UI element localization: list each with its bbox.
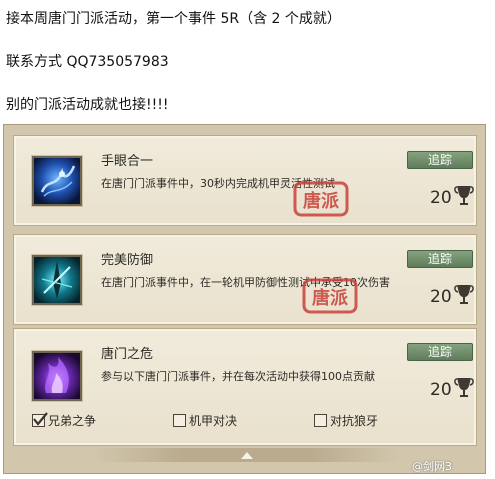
achievement-panel: 手眼合一 在唐门门派事件中，30秒内完成机甲灵活性测试 追踪 20 唐派 完美防… xyxy=(3,124,486,474)
sub-achievement-checkbox[interactable]: 对抗狼牙 xyxy=(314,412,378,429)
achievement-title: 唐门之危 xyxy=(101,347,154,362)
checkbox-empty-icon xyxy=(173,414,186,427)
track-button[interactable]: 追踪 xyxy=(407,343,473,361)
checkbox-checked-icon xyxy=(32,412,48,427)
reward-points: 20 xyxy=(430,287,452,307)
track-button[interactable]: 追踪 xyxy=(407,250,473,268)
sub-achievement-label: 机甲对决 xyxy=(189,414,238,428)
achievement-description: 参与以下唐门门派事件，并在每次活动中获得100点贡献 xyxy=(101,370,375,383)
svg-text:唐派: 唐派 xyxy=(312,287,349,309)
achievement-description: 在唐门门派事件中，30秒内完成机甲灵活性测试 xyxy=(101,177,335,190)
achievement-title: 手眼合一 xyxy=(101,154,154,169)
achievement-card: 完美防御 在唐门门派事件中，在一轮机甲防御性测试中承受10次伤害 追踪 20 唐… xyxy=(13,234,477,325)
sub-achievement-label: 对抗狼牙 xyxy=(330,414,379,428)
achievement-card: 手眼合一 在唐门门派事件中，30秒内完成机甲灵活性测试 追踪 20 唐派 xyxy=(13,135,477,226)
reward-points: 20 xyxy=(430,188,452,208)
scroll-up-arrow-icon[interactable] xyxy=(239,448,255,462)
reward-cup-icon xyxy=(454,186,474,205)
post-line-1: 接本周唐门门派活动，第一个事件 5R（含 2 个成就） xyxy=(6,11,341,27)
achievement-title: 完美防御 xyxy=(101,253,154,268)
cyan-blade-skill-icon xyxy=(32,255,82,305)
track-button[interactable]: 追踪 xyxy=(407,151,473,169)
blue-dragon-skill-icon xyxy=(32,156,82,206)
purple-flame-skill-icon xyxy=(32,351,82,401)
svg-text:唐派: 唐派 xyxy=(303,190,340,212)
reward-points: 20 xyxy=(430,380,452,400)
reward-cup-icon xyxy=(454,378,474,397)
tang-sect-stamp-icon: 唐派 xyxy=(293,181,349,217)
tang-sect-stamp-icon: 唐派 xyxy=(302,278,358,314)
post-line-2: 联系方式 QQ735057983 xyxy=(6,54,169,70)
checkbox-empty-icon xyxy=(314,414,327,427)
sub-achievement-checkbox[interactable]: 机甲对决 xyxy=(173,412,237,429)
reward-cup-icon xyxy=(454,285,474,304)
watermark: @剑网3 xyxy=(412,460,452,473)
scroll-bar[interactable] xyxy=(92,448,402,462)
sub-achievement-label: 兄弟之争 xyxy=(48,414,97,428)
sub-achievement-checkbox[interactable]: 兄弟之争 xyxy=(32,412,96,429)
post-line-3: 别的门派活动成就也接!!!! xyxy=(6,97,169,113)
